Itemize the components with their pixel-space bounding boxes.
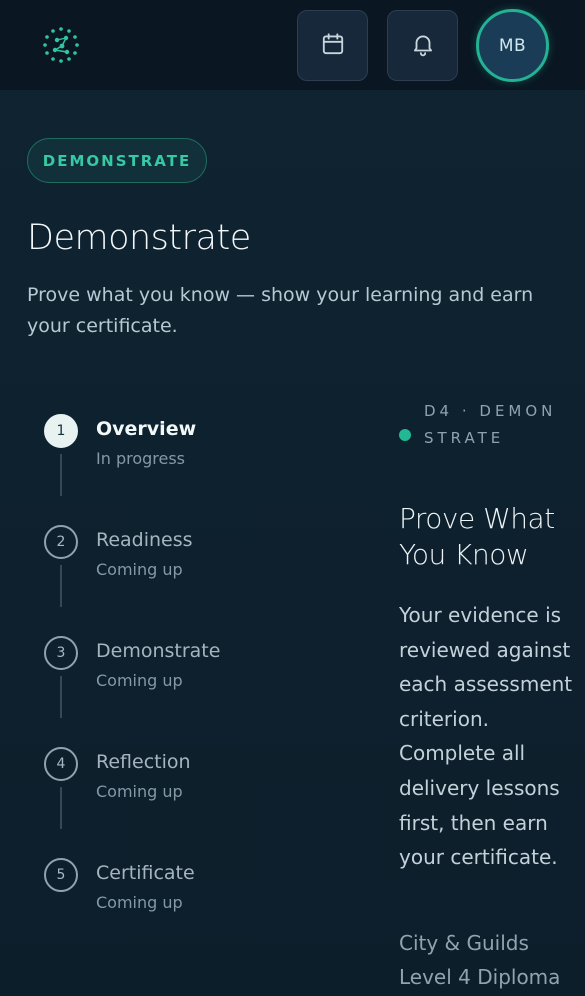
network-dots-icon[interactable] xyxy=(42,26,80,64)
avatar[interactable]: MB xyxy=(476,9,549,82)
step-connector xyxy=(60,454,62,496)
step-number: 3 xyxy=(44,636,78,670)
step-title: Readiness xyxy=(96,529,193,551)
step-connector xyxy=(60,676,62,718)
step-title: Overview xyxy=(96,418,197,440)
step-number: 1 xyxy=(44,414,78,448)
step-connector xyxy=(60,565,62,607)
step-status: In progress xyxy=(96,449,186,468)
step-title: Reflection xyxy=(96,751,191,773)
status-dot xyxy=(399,429,411,441)
step-readiness[interactable]: 2 Readiness Coming up xyxy=(44,525,334,607)
top-bar: MB xyxy=(0,0,585,90)
phase-label: D4 · DEMONSTRATE xyxy=(424,402,557,447)
step-certificate[interactable]: 5 Certificate Coming up xyxy=(44,858,334,928)
step-number: 4 xyxy=(44,747,78,781)
step-status: Coming up xyxy=(96,782,183,801)
step-overview[interactable]: 1 Overview In progress xyxy=(44,414,334,496)
step-title: Certificate xyxy=(96,862,195,884)
detail-description: Your evidence is reviewed against each a… xyxy=(399,603,573,870)
step-demonstrate[interactable]: 3 Demonstrate Coming up xyxy=(44,636,334,718)
step-reflection[interactable]: 4 Reflection Coming up xyxy=(44,747,334,829)
step-status: Coming up xyxy=(96,893,183,912)
step-number: 5 xyxy=(44,858,78,892)
avatar-initials: MB xyxy=(498,35,527,56)
calendar-icon xyxy=(320,31,346,61)
phase-badge: DEMONSTRATE xyxy=(27,138,207,183)
bell-icon xyxy=(410,31,436,61)
step-status: Coming up xyxy=(96,671,183,690)
qualification-name: City & Guilds Level 4 Diploma xyxy=(399,931,561,989)
step-status: Coming up xyxy=(96,560,183,579)
page-title: Demonstrate xyxy=(27,218,251,258)
calendar-button[interactable] xyxy=(297,10,368,81)
step-title: Demonstrate xyxy=(96,640,221,662)
step-number: 2 xyxy=(44,525,78,559)
detail-title: Prove What You Know xyxy=(399,502,555,571)
page-subtitle: Prove what you know — show your learning… xyxy=(27,284,534,337)
notifications-button[interactable] xyxy=(387,10,458,81)
step-connector xyxy=(60,787,62,829)
